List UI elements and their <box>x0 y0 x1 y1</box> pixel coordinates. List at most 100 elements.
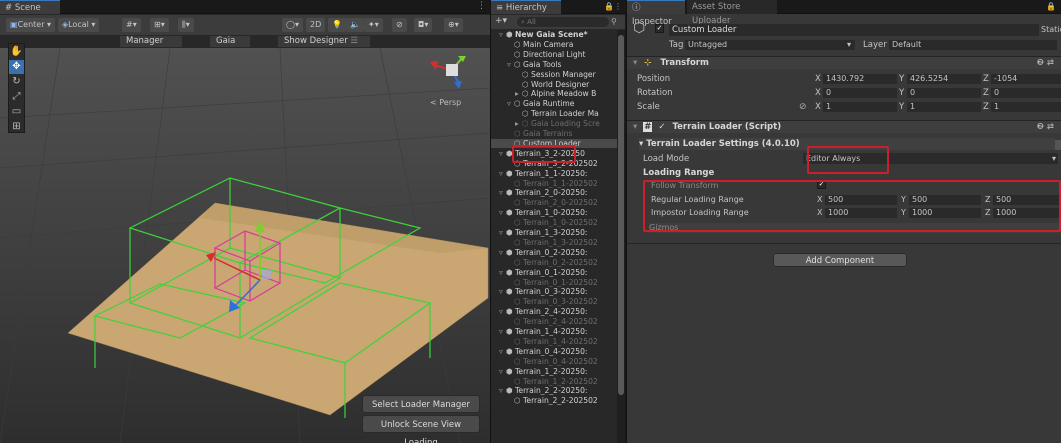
scrollbar-thumb[interactable] <box>618 35 624 395</box>
transform-y-field[interactable]: 426.5254 <box>907 74 981 84</box>
draw-mode-button[interactable]: ◯▾ <box>282 18 303 32</box>
hierarchy-item[interactable]: ⬡ Main Camera <box>491 40 619 49</box>
tab-hierarchy[interactable]: ≡ Hierarchy <box>491 0 561 14</box>
hierarchy-item[interactable]: ⬡ Terrain_2_0-202502 <box>491 198 619 207</box>
unlock-scene-view-loading-button[interactable]: Unlock Scene View Loading <box>362 415 480 443</box>
foldout-arrow-icon[interactable]: ▸ <box>515 89 522 98</box>
increment-snap-button[interactable]: ⊞▾ <box>150 18 169 32</box>
foldout-arrow-icon[interactable]: ▿ <box>499 367 506 376</box>
hierarchy-item[interactable]: ▿ ⬢ Terrain_3_2-20250 <box>491 149 619 158</box>
filter-icon[interactable]: ⚲ <box>611 17 617 26</box>
hierarchy-item[interactable]: ▸ ⬡ Gaia Loading Scre <box>491 119 619 128</box>
hierarchy-item[interactable]: ▿ ⬢ Terrain_0_2-20250: <box>491 248 619 257</box>
regular-loading-range-y-field[interactable]: 500 <box>909 195 981 205</box>
hierarchy-item[interactable]: ▿ ⬢ Terrain_0_4-20250: <box>491 347 619 356</box>
grid-snap-button[interactable]: #▾ <box>122 18 141 32</box>
transform-x-field[interactable]: 1 <box>823 102 897 112</box>
layer-dropdown[interactable]: Default <box>889 40 1057 50</box>
hierarchy-search-input[interactable]: ⌕ All <box>517 17 609 27</box>
foldout-arrow-icon[interactable]: ▿ <box>499 169 506 178</box>
transform-y-field[interactable]: 0 <box>907 88 981 98</box>
hierarchy-item[interactable]: ⬡ Terrain_3_2-202502 <box>491 159 619 168</box>
loader-settings-foldout[interactable]: ▾ Terrain Loader Settings (4.0.10) <box>639 138 1055 150</box>
move-tool-icon[interactable]: ✥ <box>9 60 24 74</box>
scene-viewport[interactable] <box>0 48 490 443</box>
overlay-show-designer[interactable]: Show Designer ☰ ▼ <box>278 36 370 57</box>
regular-loading-range-x-field[interactable]: 500 <box>825 195 897 205</box>
foldout-arrow-icon[interactable]: ▿ <box>499 327 506 336</box>
foldout-arrow-icon[interactable]: ▿ <box>499 307 506 316</box>
pivot-rotation-button[interactable]: ◈Local ▾ <box>58 18 100 32</box>
hierarchy-item[interactable]: ⬡ Terrain_0_4-202502 <box>491 357 619 366</box>
foldout-arrow-icon[interactable]: ▿ <box>499 248 506 257</box>
hierarchy-item[interactable]: ▿ ⬢ Terrain_2_4-20250: <box>491 307 619 316</box>
hierarchy-item[interactable]: ⬡ Terrain_0_1-202502 <box>491 278 619 287</box>
hierarchy-item[interactable]: ▿ ⬢ Terrain_1_1-20250: <box>491 169 619 178</box>
transform-x-field[interactable]: 0 <box>823 88 897 98</box>
transform-y-field[interactable]: 1 <box>907 102 981 112</box>
foldout-arrow-icon[interactable]: ▿ <box>499 268 506 277</box>
active-checkbox[interactable]: ✓ <box>655 24 664 34</box>
component-enabled-checkbox[interactable]: ✓ <box>658 122 665 132</box>
more-icon[interactable]: ⋮ <box>477 1 486 11</box>
hierarchy-item[interactable]: ▿ ⬢ Terrain_0_1-20250: <box>491 268 619 277</box>
hidden-objects-button[interactable]: ⊘ <box>392 18 407 32</box>
impostor-loading-range-y-field[interactable]: 1000 <box>909 208 981 218</box>
hierarchy-item[interactable]: ⬡ Terrain_1_0-202502 <box>491 218 619 227</box>
overlay-gaia[interactable]: Gaia <box>210 36 250 47</box>
inspector-scrollbar[interactable] <box>1055 140 1061 150</box>
foldout-arrow-icon[interactable]: ▿ <box>499 149 506 158</box>
static-toggle[interactable]: Static <box>1041 25 1061 34</box>
hierarchy-item[interactable]: ▿ ⬡ Gaia Runtime <box>491 99 619 108</box>
lock-icon[interactable]: 🔒⋮ <box>604 2 622 11</box>
scale-tool-icon[interactable]: ⤢ <box>9 90 24 104</box>
gizmos-button[interactable]: ⊕▾ <box>444 18 463 32</box>
hierarchy-item[interactable]: ▿ ⬢ Terrain_1_4-20250: <box>491 327 619 336</box>
hierarchy-item[interactable]: ▿ ⬡ Gaia Tools <box>491 60 619 69</box>
effects-button[interactable]: ✦▾ <box>364 18 383 32</box>
hierarchy-item[interactable]: ⬡ World Designer <box>491 80 619 89</box>
foldout-arrow-icon[interactable]: ▿ <box>499 287 506 296</box>
add-component-button[interactable]: Add Component <box>773 253 907 267</box>
hierarchy-item[interactable]: ▿ ⬢ Terrain_2_0-20250: <box>491 188 619 197</box>
foldout-arrow-icon[interactable]: ▿ <box>499 30 506 39</box>
hierarchy-item[interactable]: ▿ ⬢ Terrain_1_2-20250: <box>491 367 619 376</box>
foldout-arrow-icon[interactable]: ▿ <box>507 60 514 69</box>
overlay-manager[interactable]: Manager <box>120 36 182 47</box>
foldout-arrow-icon[interactable]: ▿ <box>499 347 506 356</box>
mode-2d-button[interactable]: 2D <box>306 18 326 32</box>
tab-scene[interactable]: # Scene <box>0 0 60 14</box>
link-scale-icon[interactable]: ⊘ <box>799 102 807 112</box>
hierarchy-item[interactable]: ⬡ Terrain_1_4-202502 <box>491 337 619 346</box>
hierarchy-item[interactable]: ▸ ⬡ Alpine Meadow B <box>491 89 619 98</box>
follow-transform-checkbox[interactable]: ✓ <box>817 180 826 190</box>
hierarchy-item[interactable]: ▿ ⬢ Terrain_1_0-20250: <box>491 208 619 217</box>
snap-settings-button[interactable]: ⫼▾ <box>178 18 194 32</box>
hierarchy-item[interactable]: ▿ ⬢ New Gaia Scene* <box>491 30 619 39</box>
foldout-arrow-icon[interactable]: ▸ <box>515 119 522 128</box>
rotate-tool-icon[interactable]: ↻ <box>9 75 24 89</box>
rect-tool-icon[interactable]: ▭ <box>9 105 24 119</box>
foldout-arrow-icon[interactable]: ▿ <box>499 208 506 217</box>
hierarchy-item[interactable]: ▿ ⬢ Terrain_0_3-20250: <box>491 287 619 296</box>
load-mode-dropdown[interactable]: Editor Always ▾ <box>803 153 1058 164</box>
create-button[interactable]: +▾ <box>495 16 507 26</box>
transform-x-field[interactable]: 1430.792 <box>823 74 897 84</box>
hierarchy-item[interactable]: ⬡ Terrain Loader Ma <box>491 109 619 118</box>
hierarchy-item[interactable]: ⬡ Session Manager <box>491 70 619 79</box>
regular-loading-range-z-field[interactable]: 500 <box>993 195 1061 205</box>
tab-inspector[interactable]: ⓘ Inspector <box>627 0 685 27</box>
hierarchy-item[interactable]: ⬡ Terrain_1_1-202502 <box>491 179 619 188</box>
tab-asset-store-uploader[interactable]: Asset Store Uploader <box>687 0 777 26</box>
foldout-arrow-icon[interactable]: ▿ <box>499 386 506 395</box>
hierarchy-item[interactable]: ⬡ Terrain_1_3-202502 <box>491 238 619 247</box>
transform-z-field[interactable]: -1054 <box>991 74 1061 84</box>
foldout-arrow-icon[interactable]: ▿ <box>499 228 506 237</box>
hand-tool-icon[interactable]: ✋ <box>9 45 24 59</box>
hierarchy-item[interactable]: ▿ ⬢ Terrain_2_2-20250: <box>491 386 619 395</box>
tag-dropdown[interactable]: Untagged ▾ <box>685 40 855 50</box>
hierarchy-item[interactable]: ⬡ Terrain_0_2-202502 <box>491 258 619 267</box>
inspector-lock-icon[interactable]: 🔒 <box>1046 2 1056 11</box>
hierarchy-item[interactable]: ⬡ Gaia Terrains <box>491 129 619 138</box>
select-loader-manager-button[interactable]: Select Loader Manager <box>362 395 480 413</box>
